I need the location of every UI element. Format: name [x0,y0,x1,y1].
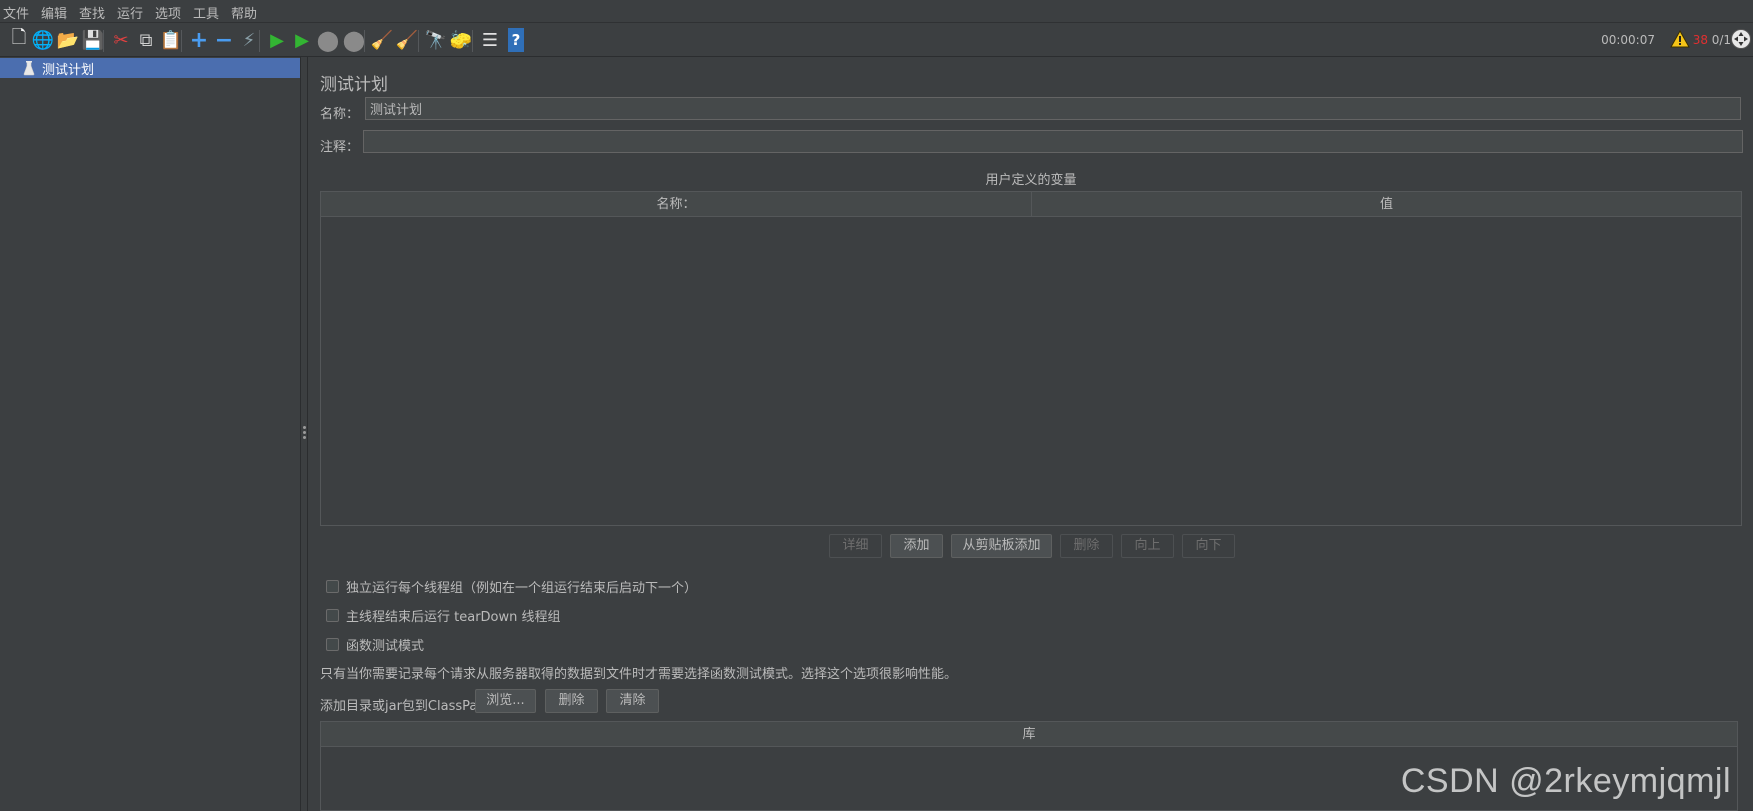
help-icon[interactable]: ? [508,28,524,52]
menu-search[interactable]: 查找 [79,3,105,22]
function-helper-icon[interactable]: ☰ [478,28,502,52]
clear-icon[interactable]: 🧹 [370,28,394,52]
jmeter-window: 文件 编辑 查找 运行 选项 工具 帮助 🗋 🌐 📂 💾 ✂ ⧉ 📋 + − ⚡ ▶ ▶ ⬤ ⬤ 🧹 🧹 🔭 🧽 ☰… [0,0,1753,811]
name-field[interactable] [365,97,1741,120]
stop-icon[interactable]: ⬤ [316,28,340,52]
menu-options[interactable]: 选项 [155,3,181,22]
classpath-delete-button[interactable]: 删除 [545,689,598,713]
comment-field[interactable] [363,130,1743,153]
start-no-pause-icon[interactable]: ▶ [290,28,314,52]
checkbox-label: 函数测试模式 [346,638,425,654]
checkbox-box[interactable] [326,637,339,651]
comment-label: 注释： [320,140,360,155]
test-tree: 测试计划 [0,57,300,811]
test-plan-icon [22,60,36,76]
column-header-value[interactable]: 值 [1032,192,1741,217]
toolbar-separator [181,30,182,52]
menu-edit[interactable]: 编辑 [41,3,67,22]
detail-button[interactable]: 详细 [829,534,882,558]
checkbox-box[interactable] [326,579,339,593]
new-icon[interactable]: 🗋 [7,27,31,52]
templates-icon[interactable]: 🌐 [31,28,55,52]
reset-search-icon[interactable]: 🧽 [449,28,473,52]
copy-icon[interactable]: ⧉ [134,28,158,52]
page-title: 测试计划 [320,75,388,95]
test-plan-panel: 测试计划 名称： 注释： 用户定义的变量 名称： 值 详细 添加 从剪贴板添加 … [308,57,1753,811]
checkbox-label: 独立运行每个线程组（例如在一个组运行结束后启动下一个） [346,580,698,596]
menu-help[interactable]: 帮助 [231,3,257,22]
menu-file[interactable]: 文件 [3,3,29,22]
menu-run[interactable]: 运行 [117,3,143,22]
remote-engines-icon[interactable] [1730,28,1752,50]
add-from-clipboard-button[interactable]: 从剪贴板添加 [951,534,1052,558]
checkbox-label: 主线程结束后运行 tearDown 线程组 [346,609,561,625]
toolbar-separator [103,30,104,52]
menu-tools[interactable]: 工具 [193,3,219,22]
move-up-button[interactable]: 向上 [1121,534,1174,558]
classpath-clear-button[interactable]: 清除 [606,689,659,713]
delete-button[interactable]: 删除 [1060,534,1113,558]
column-header-library[interactable]: 库 [321,722,1737,747]
toolbar-separator [259,30,260,52]
toolbar-separator [472,30,473,52]
user-vars-header: 名称： 值 [321,192,1741,217]
checkbox-box[interactable] [326,608,339,622]
toggle-icon[interactable]: ⚡ [237,28,261,52]
watermark: CSDN @2rkeymjqmjl [1400,762,1731,800]
serialize-threadgroups-checkbox[interactable]: 独立运行每个线程组（例如在一个组运行结束后启动下一个） [326,577,698,596]
start-icon[interactable]: ▶ [265,28,289,52]
functional-mode-checkbox[interactable]: 函数测试模式 [326,635,425,654]
open-icon[interactable]: 📂 [56,28,80,52]
paste-icon[interactable]: 📋 [159,28,183,52]
name-label: 名称： [320,107,360,122]
user-vars-caption: 用户定义的变量 [985,173,1077,188]
add-button[interactable]: 添加 [890,534,943,558]
classpath-label: 添加目录或jar包到ClassPath [320,699,491,714]
toolbar-separator [418,30,419,52]
search-icon[interactable]: 🔭 [424,28,448,52]
error-count: 38 [1692,33,1708,47]
split-pane-divider[interactable] [300,57,308,811]
splitter-grip-icon [303,426,306,441]
tree-item-label: 测试计划 [42,62,95,78]
shutdown-icon[interactable]: ⬤ [342,28,366,52]
tree-item-test-plan[interactable]: 测试计划 [0,58,300,78]
teardown-on-shutdown-checkbox[interactable]: 主线程结束后运行 tearDown 线程组 [326,606,561,625]
user-vars-table[interactable]: 名称： 值 [320,191,1742,526]
save-icon[interactable]: 💾 [81,28,105,52]
browse-button[interactable]: 浏览... [475,689,536,713]
warning-icon[interactable] [1670,30,1690,48]
active-threads: 0/1 [1711,33,1731,47]
expand-icon[interactable]: + [187,28,211,53]
functional-mode-note: 只有当你需要记录每个请求从服务器取得的数据到文件时才需要选择函数测试模式。选择这… [320,667,958,682]
menu-bar: 文件 编辑 查找 运行 选项 工具 帮助 [0,0,1753,22]
toolbar-separator [364,30,365,52]
clear-all-icon[interactable]: 🧹 [395,28,419,52]
elapsed-timer: 00:00:07 [1601,33,1655,47]
column-header-name[interactable]: 名称： [321,192,1032,217]
toolbar: 🗋 🌐 📂 💾 ✂ ⧉ 📋 + − ⚡ ▶ ▶ ⬤ ⬤ 🧹 🧹 🔭 🧽 ☰? 00:00:07 38 0/1 [0,22,1753,57]
collapse-icon[interactable]: − [212,28,236,53]
cut-icon[interactable]: ✂ [109,28,133,52]
move-down-button[interactable]: 向下 [1182,534,1235,558]
